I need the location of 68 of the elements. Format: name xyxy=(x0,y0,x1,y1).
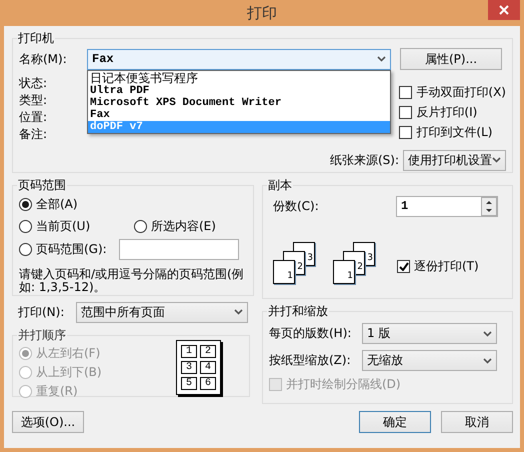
radio-button[interactable] xyxy=(19,198,32,210)
chevron-down-icon xyxy=(492,157,501,163)
checkmark-icon xyxy=(398,262,408,270)
page-number: 4 xyxy=(200,361,216,374)
checkbox[interactable] xyxy=(399,86,412,98)
checkbox[interactable] xyxy=(397,260,410,272)
window-title: 打印 xyxy=(247,4,277,22)
page-number: 6 xyxy=(200,377,216,390)
properties-button[interactable]: 属性(P)... xyxy=(400,48,502,70)
radio-button[interactable] xyxy=(19,242,32,256)
page-stack-drawing: 3 2 1 xyxy=(333,242,379,300)
field-label: 备注: xyxy=(19,126,48,143)
chevron-down-icon xyxy=(483,358,492,364)
field-label: 名称(M): xyxy=(19,50,68,68)
options-button[interactable]: 选项(O)... xyxy=(12,411,84,433)
dropdown-option[interactable]: Fax xyxy=(88,108,390,120)
page-range-field[interactable] xyxy=(119,238,239,260)
radio-label: 页码范围(G): xyxy=(36,240,107,258)
group-title: 副本 xyxy=(267,177,293,194)
radio-label: 从左到右(F) xyxy=(36,345,100,362)
field-label: 纸张来源(S): xyxy=(330,152,399,168)
field-label: 状态: xyxy=(19,75,48,92)
radio-button[interactable] xyxy=(134,220,147,232)
page-number: 5 xyxy=(181,377,197,390)
field-label: 每页的版数(H): xyxy=(269,325,352,342)
field-label: 按纸型缩放(Z): xyxy=(269,352,352,369)
radio-label: 当前页(U) xyxy=(36,218,90,234)
radio-label: 所选内容(E) xyxy=(151,218,216,234)
chevron-down-icon xyxy=(377,56,386,62)
radio-label: 从上到下(B) xyxy=(36,364,102,381)
page-number: 2 xyxy=(200,345,216,358)
paper-source-dropdown[interactable]: 使用打印机设置 xyxy=(403,150,506,170)
checkbox-label: 打印到文件(L) xyxy=(416,124,492,140)
radio-label: 重复(R) xyxy=(36,383,78,400)
copies-spinner[interactable]: 1 xyxy=(396,196,498,216)
hint-text: 请键入页码和/或用逗号分隔的页码范围(例如: 1,3,5-12)。 xyxy=(19,268,245,294)
checkbox-label: 反片打印(I) xyxy=(416,104,478,120)
field-label: 打印(N): xyxy=(18,304,66,320)
checkbox-label: 逐份打印(T) xyxy=(414,258,479,274)
cancel-button[interactable]: 取消 xyxy=(441,411,513,433)
checkbox[interactable] xyxy=(399,126,412,138)
field-label: 类型: xyxy=(19,92,48,109)
dropdown-option[interactable]: Ultra PDF xyxy=(88,84,390,96)
scale-dropdown[interactable]: 无缩放 xyxy=(362,350,497,371)
page-stack-drawing: 3 2 1 xyxy=(273,242,319,300)
close-icon xyxy=(499,5,509,15)
radio-label: 全部(A) xyxy=(36,196,78,212)
dropdown-option[interactable]: Microsoft XPS Document Writer xyxy=(88,96,390,108)
ok-button[interactable]: 确定 xyxy=(359,411,431,433)
spin-arrows-icon xyxy=(481,196,497,216)
group-title: 并打顺序 xyxy=(17,327,67,344)
group-title: 打印机 xyxy=(17,30,55,47)
page-number: 1 xyxy=(181,345,197,358)
field-label: 份数(C): xyxy=(273,198,319,214)
checkbox-label: 手动双面打印(X) xyxy=(416,84,506,100)
group-title: 并打和缩放 xyxy=(267,303,329,320)
field-label: 位置: xyxy=(19,109,48,126)
checkbox[interactable] xyxy=(399,106,412,118)
dropdown-option[interactable]: 日记本便笺书写程序 xyxy=(88,70,390,84)
close-button[interactable] xyxy=(488,0,520,20)
radio-button[interactable] xyxy=(19,220,32,232)
chevron-down-icon xyxy=(234,309,243,315)
checkbox-label: 并打时绘制分隔线(D) xyxy=(286,376,401,392)
print-what-dropdown[interactable]: 范围中所有页面 xyxy=(76,302,248,322)
chevron-down-icon xyxy=(483,330,492,336)
group-title: 页码范围 xyxy=(17,177,67,194)
pages-per-sheet-dropdown[interactable]: 1 版 xyxy=(362,323,497,344)
page-number: 3 xyxy=(181,361,197,374)
